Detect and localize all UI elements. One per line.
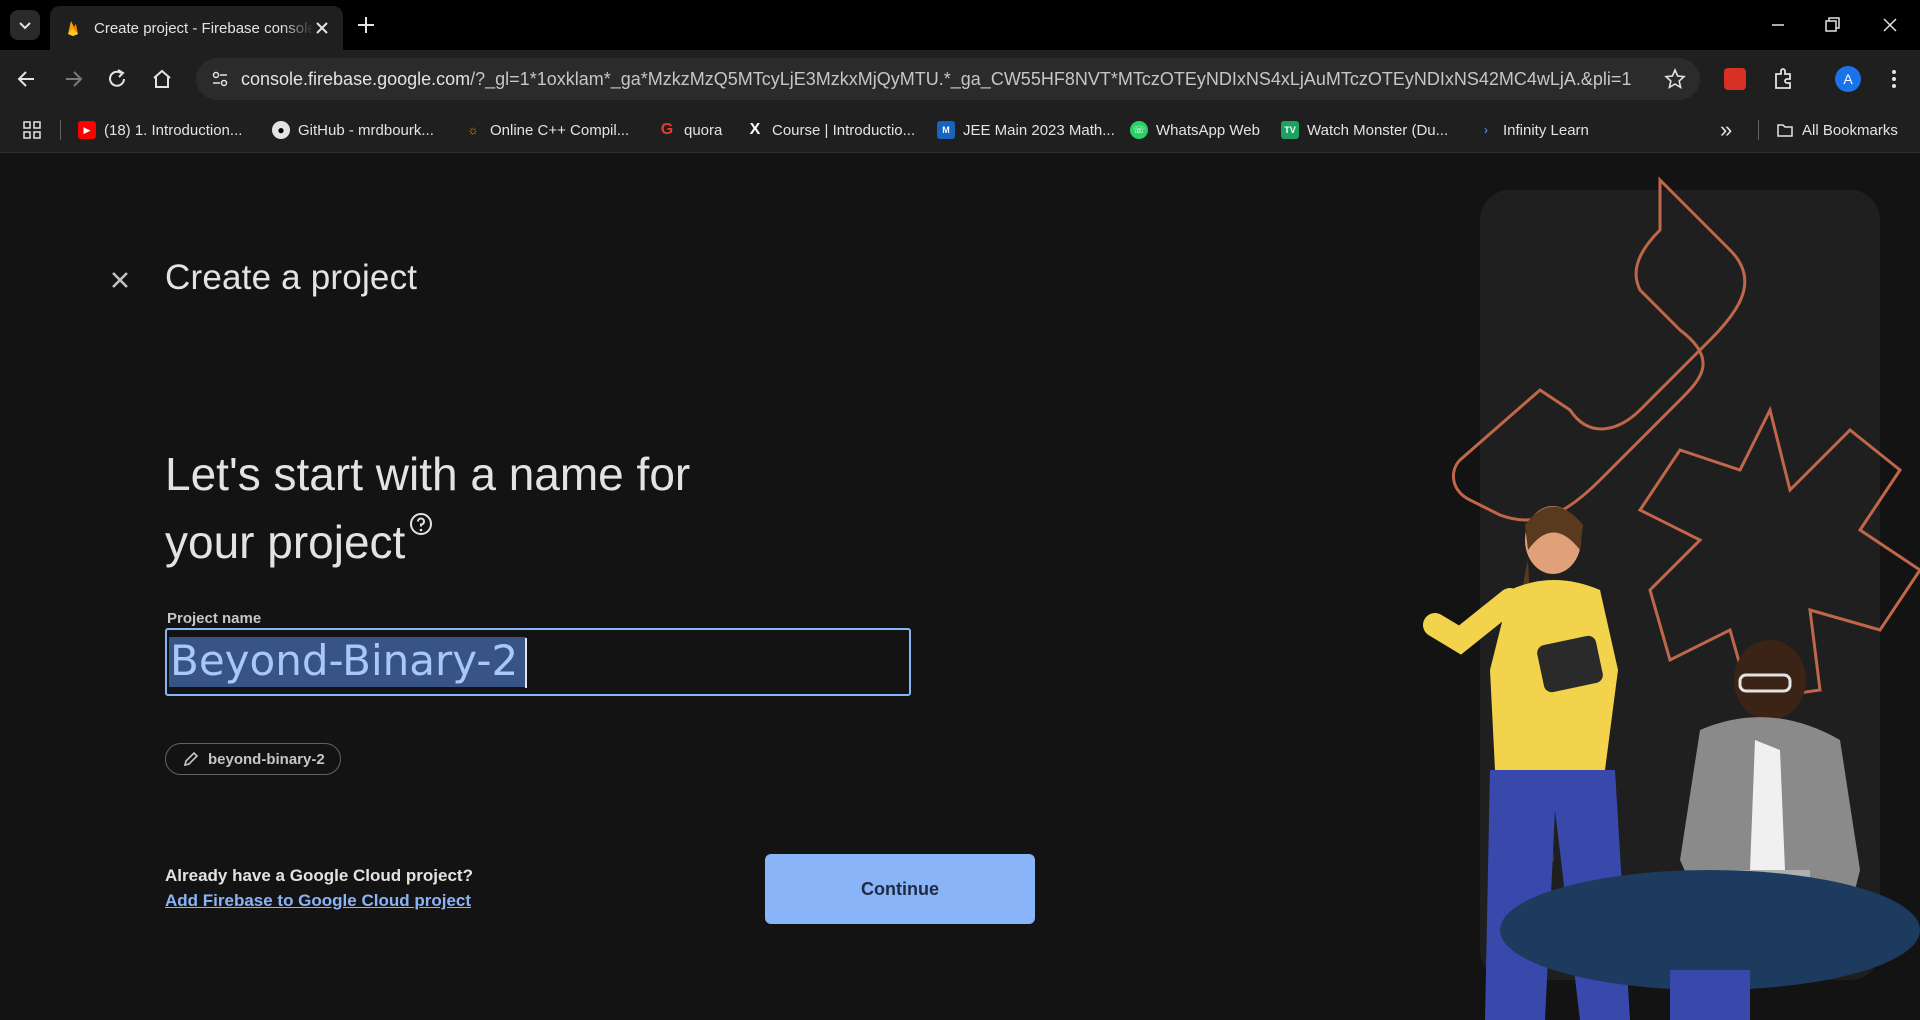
man-shirt [1750, 740, 1785, 870]
project-name-field[interactable]: Beyond-Binary-2 [165, 628, 911, 696]
tab-search-button[interactable] [10, 10, 40, 40]
man-head [1734, 640, 1806, 720]
folder-icon [1777, 124, 1793, 137]
bookmark-label: GitHub - mrdbourk... [298, 121, 434, 139]
bookmark-star-icon[interactable] [1664, 68, 1686, 90]
extensions-puzzle-icon[interactable] [1770, 66, 1796, 92]
whatsapp-icon: ☏ [1130, 121, 1148, 139]
add-firebase-link[interactable]: Add Firebase to Google Cloud project [165, 891, 471, 911]
bookmark-github[interactable]: ● GitHub - mrdbourk... [272, 118, 434, 142]
bookmarks-divider [60, 120, 61, 140]
compiler-icon: ☼ [467, 123, 479, 137]
address-bar[interactable]: console.firebase.google.com/?_gl=1*1oxkl… [196, 58, 1700, 100]
heading-line-1: Let's start with a name for [165, 448, 691, 500]
close-tab-icon[interactable] [313, 19, 331, 37]
tab-title: Create project - Firebase console [94, 19, 314, 37]
bookmark-jee[interactable]: M JEE Main 2023 Math... [937, 118, 1115, 142]
page-title: Create a project [165, 258, 418, 297]
bookmark-label: quora [684, 121, 723, 139]
bookmark-infinity-learn[interactable]: › Infinity Learn [1477, 118, 1589, 142]
tv-icon: TV [1281, 121, 1299, 139]
text-caret [525, 638, 527, 688]
quora-icon: G [660, 121, 674, 138]
reload-icon[interactable] [104, 66, 130, 92]
jee-icon: M [937, 121, 955, 139]
site-settings-icon[interactable] [210, 69, 230, 89]
bookmark-label: WhatsApp Web [1156, 121, 1260, 139]
heading-line-2: your project [165, 508, 785, 576]
people-illustration [1423, 176, 1920, 1020]
bookmark-watch-monster[interactable]: TV Watch Monster (Du... [1281, 118, 1448, 142]
close-window-icon[interactable] [1878, 13, 1902, 37]
bookmark-label: Course | Introductio... [772, 121, 916, 139]
bookmark-quora[interactable]: G quora [658, 118, 723, 142]
url-text: console.firebase.google.com/?_gl=1*1oxkl… [241, 69, 1631, 90]
home-icon[interactable] [149, 66, 175, 92]
youtube-icon: ▶ [78, 121, 96, 139]
bookmark-label: JEE Main 2023 Math... [963, 121, 1115, 139]
bookmark-label: Infinity Learn [1503, 121, 1589, 139]
chevron-down-icon [19, 22, 31, 30]
course-icon: X [749, 121, 761, 138]
forward-icon[interactable] [60, 66, 86, 92]
cloud-project-question: Already have a Google Cloud project? [165, 866, 473, 885]
bookmark-youtube[interactable]: ▶ (18) 1. Introduction... [78, 118, 242, 142]
bookmark-online-cpp[interactable]: ☼ Online C++ Compil... [464, 118, 630, 142]
url-path: /?_gl=1*1oxklam*_ga*MzkzMzQ5MTcyLjE3Mzkx… [470, 69, 1632, 89]
project-id-text: beyond-binary-2 [208, 750, 325, 768]
project-name-value[interactable]: Beyond-Binary-2 [170, 636, 518, 685]
close-icon[interactable] [108, 268, 132, 292]
bookmarks-divider [1758, 120, 1759, 140]
all-bookmarks-label: All Bookmarks [1802, 121, 1898, 139]
more-menu-icon[interactable] [1882, 66, 1906, 92]
bookmark-label: Online C++ Compil... [490, 121, 630, 139]
new-tab-icon[interactable] [355, 14, 377, 36]
heading: Let's start with a name for your project [165, 440, 785, 576]
extension-red-icon[interactable] [1724, 68, 1746, 90]
back-icon[interactable] [14, 66, 40, 92]
firebase-icon [68, 21, 78, 36]
bookmark-whatsapp[interactable]: ☏ WhatsApp Web [1130, 118, 1260, 142]
bookmarks-bar: ▶ (18) 1. Introduction... ● GitHub - mrd… [0, 108, 1920, 153]
project-name-label: Project name [167, 610, 262, 627]
infinity-learn-icon: › [1484, 123, 1488, 137]
more-bookmarks-icon[interactable]: » [1720, 117, 1732, 143]
bookmark-label: (18) 1. Introduction... [104, 121, 243, 139]
continue-button[interactable]: Continue [765, 854, 1035, 924]
profile-avatar[interactable]: A [1835, 66, 1861, 92]
table-stand [1670, 970, 1750, 1020]
help-icon[interactable] [409, 512, 433, 536]
url-host: console.firebase.google.com [241, 69, 471, 89]
bookmark-course[interactable]: X Course | Introductio... [746, 118, 915, 142]
active-tab[interactable]: Create project - Firebase console [50, 6, 343, 50]
heading-line-2-text: your project [165, 516, 406, 568]
github-icon: ● [272, 121, 290, 139]
tab-strip: Create project - Firebase console [0, 0, 1920, 50]
pencil-icon [183, 751, 199, 767]
apps-grid-icon[interactable] [22, 120, 42, 140]
all-bookmarks-button[interactable]: All Bookmarks [1776, 118, 1898, 142]
minimize-icon[interactable] [1766, 13, 1790, 37]
bookmark-label: Watch Monster (Du... [1307, 121, 1449, 139]
restore-icon[interactable] [1820, 13, 1844, 37]
project-id-chip[interactable]: beyond-binary-2 [165, 743, 341, 775]
